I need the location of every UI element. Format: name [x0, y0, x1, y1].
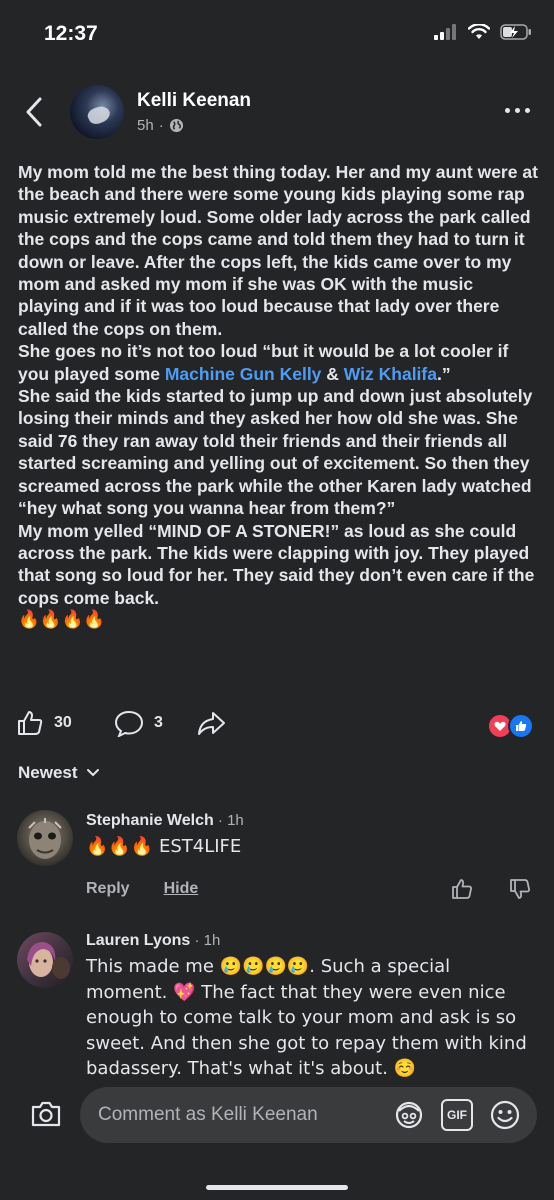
thumbs-up-icon — [18, 711, 43, 735]
upvote-icon[interactable] — [451, 878, 473, 900]
post-actions: 30 3 — [16, 703, 538, 743]
comment-time: · 1h — [213, 812, 244, 829]
comment-input[interactable]: Comment as Kelli Keenan GIF — [80, 1087, 537, 1143]
comment-count: 3 — [154, 714, 163, 731]
signal-icon — [434, 24, 456, 40]
comment-text: This made me 🥲🥲🥲🥲. Such a special moment… — [86, 956, 527, 1079]
avatar-person-image — [27, 942, 70, 979]
commenter-name[interactable]: Stephanie Welch — [86, 812, 214, 829]
comment-button[interactable]: 3 — [114, 709, 163, 737]
post-paragraph: She said the kids started to jump up and… — [18, 386, 533, 519]
downvote-icon[interactable] — [509, 878, 531, 900]
commenter-avatar[interactable] — [17, 810, 73, 866]
globe-icon — [169, 118, 183, 133]
more-options-icon[interactable] — [505, 108, 530, 113]
mention-machine-gun-kelly[interactable]: Machine Gun Kelly — [165, 364, 322, 384]
reply-button[interactable]: Reply — [86, 880, 130, 898]
author-name[interactable]: Kelli Keenan — [137, 90, 251, 112]
reactions-summary[interactable] — [487, 713, 534, 739]
emoji-icon[interactable] — [489, 1099, 521, 1131]
commenter-name-line: Stephanie Welch · 1h — [86, 812, 244, 830]
comment-time: · 1h — [190, 932, 221, 949]
like-count: 30 — [54, 714, 72, 731]
status-time: 12:37 — [44, 22, 98, 45]
post-emoji-line: 🔥🔥🔥🔥 — [18, 610, 106, 631]
comment-actions: Reply Hide — [86, 880, 198, 898]
avatar-sticker-icon[interactable] — [393, 1099, 425, 1131]
share-button[interactable] — [196, 709, 226, 737]
post-paragraph: She goes no it’s not too loud “but it wo… — [18, 341, 509, 384]
comment-text: 🔥🔥🔥 EST4LIFE — [86, 836, 242, 857]
hide-button[interactable]: Hide — [164, 880, 199, 898]
commenter-name[interactable]: Lauren Lyons — [86, 932, 190, 949]
wifi-icon — [468, 24, 490, 39]
post-paragraph: My mom told me the best thing today. Her… — [18, 162, 538, 339]
battery-icon — [500, 24, 531, 40]
camera-icon[interactable] — [30, 1099, 62, 1129]
post-body: My mom told me the best thing today. Her… — [18, 161, 538, 632]
commenter-avatar[interactable] — [17, 932, 73, 988]
home-indicator — [206, 1185, 348, 1190]
comment-bubble-icon — [114, 710, 144, 737]
avatar-creature-image — [28, 818, 62, 859]
post-time[interactable]: 5h — [137, 117, 154, 134]
chevron-down-icon — [86, 769, 99, 777]
comment-placeholder: Comment as Kelli Keenan — [98, 1104, 318, 1125]
commenter-name-line: Lauren Lyons · 1h — [86, 932, 220, 950]
status-icons — [434, 24, 532, 40]
comment-sort-dropdown[interactable]: Newest — [18, 763, 100, 783]
like-button[interactable]: 30 — [16, 709, 72, 737]
gif-button[interactable]: GIF — [441, 1099, 473, 1131]
like-reaction-icon — [508, 713, 534, 739]
share-arrow-icon — [198, 712, 225, 735]
author-avatar[interactable] — [70, 85, 124, 139]
mention-wiz-khalifa[interactable]: Wiz Khalifa — [344, 364, 437, 384]
back-arrow-icon[interactable] — [20, 94, 50, 130]
post-paragraph: My mom yelled “MIND OF A STONER!” as lou… — [18, 520, 535, 608]
sort-label: Newest — [18, 763, 78, 782]
comment-composer: Comment as Kelli Keenan GIF — [0, 1080, 554, 1150]
status-bar: 12:37 — [0, 0, 554, 70]
post-meta: 5h · — [137, 117, 184, 134]
post-header: Kelli Keenan 5h · — [0, 80, 554, 150]
